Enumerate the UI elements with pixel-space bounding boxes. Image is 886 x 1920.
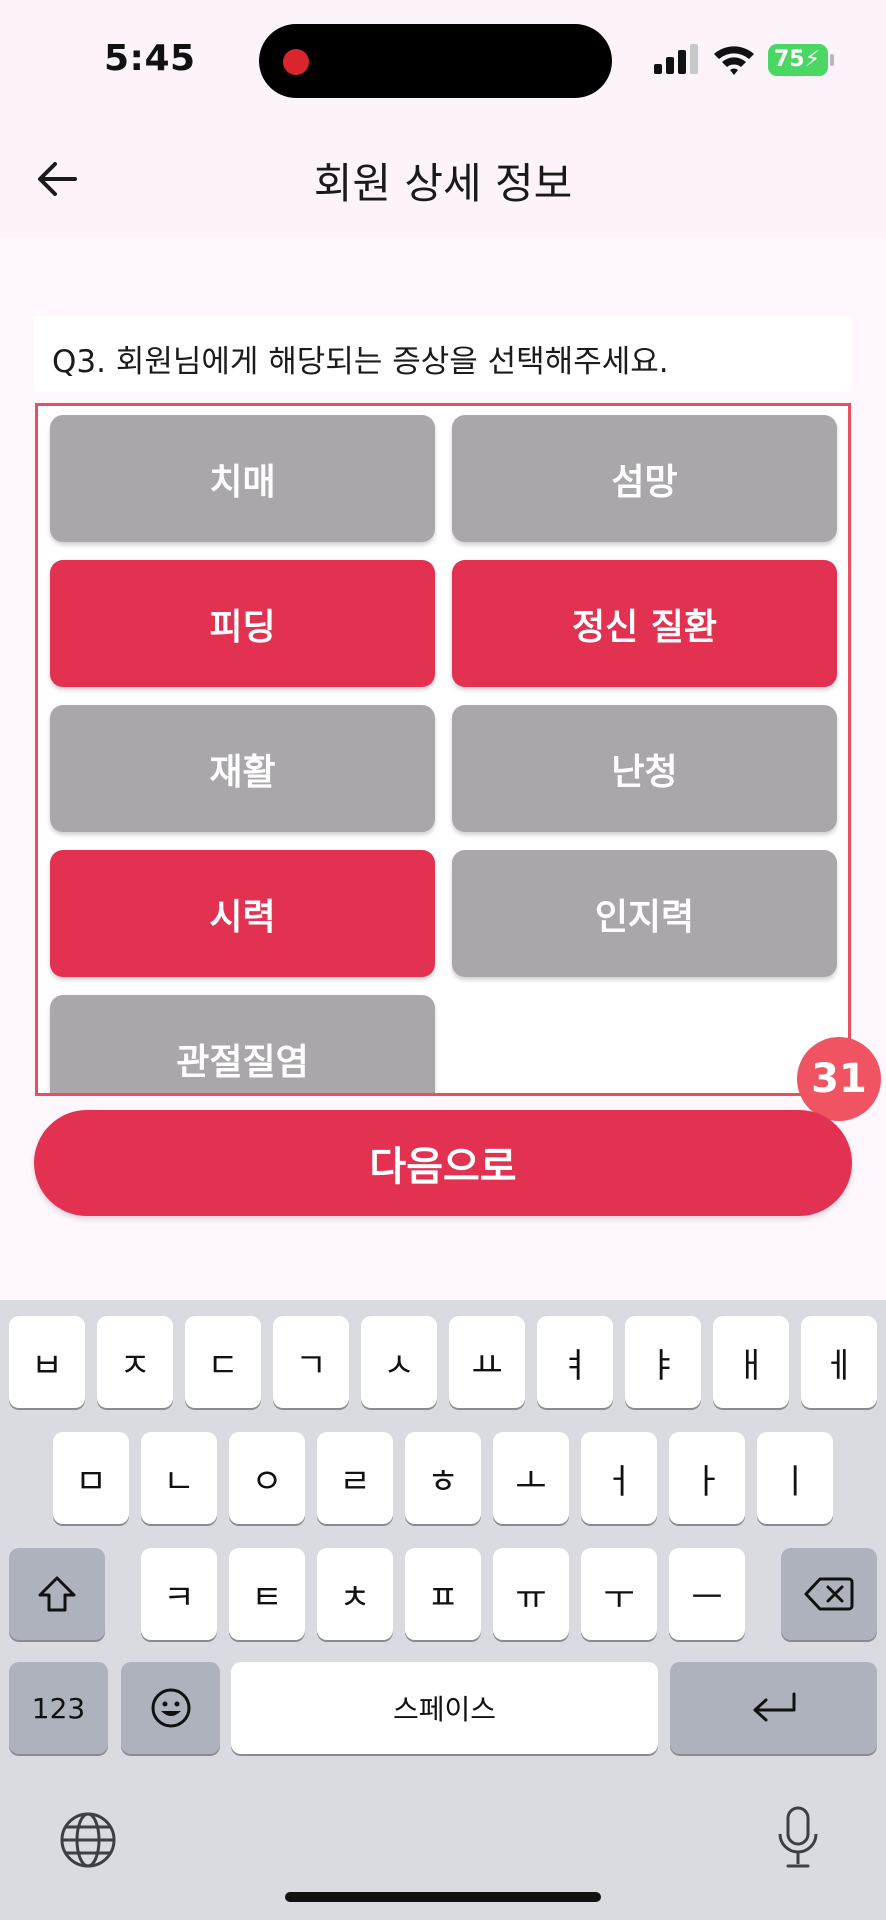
key[interactable]: ㅔ (801, 1316, 877, 1408)
shift-key[interactable] (9, 1548, 105, 1640)
key[interactable]: ㅣ (757, 1432, 833, 1524)
option-delirium[interactable]: 섬망 (452, 415, 837, 542)
globe-icon[interactable] (58, 1810, 118, 1870)
key[interactable]: ㅐ (713, 1316, 789, 1408)
key[interactable]: ㅑ (625, 1316, 701, 1408)
key[interactable]: ㅂ (9, 1316, 85, 1408)
key[interactable]: ㅌ (229, 1548, 305, 1640)
key[interactable]: ㅏ (669, 1432, 745, 1524)
return-key[interactable] (670, 1662, 877, 1754)
key[interactable]: ㅇ (229, 1432, 305, 1524)
key[interactable]: ㅠ (493, 1548, 569, 1640)
delete-key[interactable] (781, 1548, 877, 1640)
status-time: 5:45 (104, 38, 196, 79)
key[interactable]: ㅓ (581, 1432, 657, 1524)
option-arthritis[interactable]: 관절질염 (50, 995, 435, 1093)
option-dementia[interactable]: 치매 (50, 415, 435, 542)
space-key[interactable]: 스페이스 (231, 1662, 658, 1754)
dynamic-island (259, 24, 612, 98)
key[interactable]: ㅈ (97, 1316, 173, 1408)
key[interactable]: ㄱ (273, 1316, 349, 1408)
key[interactable]: ㅡ (669, 1548, 745, 1640)
backspace-icon (804, 1577, 854, 1611)
status-bar: 5:45 75⚡ (0, 0, 886, 120)
key[interactable]: ㅍ (405, 1548, 481, 1640)
option-feeding[interactable]: 피딩 (50, 560, 435, 687)
key[interactable]: ㅊ (317, 1548, 393, 1640)
keyboard: ㅂ ㅈ ㄷ ㄱ ㅅ ㅛ ㅕ ㅑ ㅐ ㅔ ㅁ ㄴ ㅇ ㄹ ㅎ ㅗ ㅓ ㅏ ㅣ ㅋ … (0, 1300, 886, 1920)
app-header: 회원 상세 정보 (0, 120, 886, 238)
option-mental-illness[interactable]: 정신 질환 (452, 560, 837, 687)
emoji-key[interactable] (121, 1662, 220, 1754)
step-badge: 31 (797, 1037, 881, 1121)
key[interactable]: ㄷ (185, 1316, 261, 1408)
cellular-signal-icon (654, 44, 698, 74)
option-vision[interactable]: 시력 (50, 850, 435, 977)
shift-icon (38, 1576, 76, 1612)
key[interactable]: ㅕ (537, 1316, 613, 1408)
wifi-icon (714, 46, 754, 75)
key[interactable]: ㅁ (53, 1432, 129, 1524)
key[interactable]: ㄹ (317, 1432, 393, 1524)
option-cognition[interactable]: 인지력 (452, 850, 837, 977)
key[interactable]: ㅎ (405, 1432, 481, 1524)
battery-icon: 75⚡ (768, 44, 834, 76)
key[interactable]: ㅜ (581, 1548, 657, 1640)
key[interactable]: ㅅ (361, 1316, 437, 1408)
key[interactable]: ㅋ (141, 1548, 217, 1640)
option-hearing-loss[interactable]: 난청 (452, 705, 837, 832)
next-button[interactable]: 다음으로 (34, 1110, 852, 1216)
key[interactable]: ㄴ (141, 1432, 217, 1524)
recording-indicator-icon (283, 49, 309, 75)
microphone-icon[interactable] (776, 1806, 820, 1870)
return-icon (753, 1692, 795, 1722)
options-frame[interactable]: 치매 섬망 피딩 정신 질환 재활 난청 시력 인지력 관절질염 (35, 403, 851, 1096)
battery-level: 75 (774, 47, 805, 72)
option-rehabilitation[interactable]: 재활 (50, 705, 435, 832)
question-card: Q3. 회원님에게 해당되는 증상을 선택해주세요. (34, 316, 852, 392)
home-indicator (285, 1892, 601, 1902)
numbers-key[interactable]: 123 (9, 1662, 108, 1754)
emoji-icon (151, 1688, 190, 1728)
question-text: Q3. 회원님에게 해당되는 증상을 선택해주세요. (52, 344, 669, 380)
key[interactable]: ㅗ (493, 1432, 569, 1524)
key[interactable]: ㅛ (449, 1316, 525, 1408)
page-title: 회원 상세 정보 (313, 159, 573, 208)
